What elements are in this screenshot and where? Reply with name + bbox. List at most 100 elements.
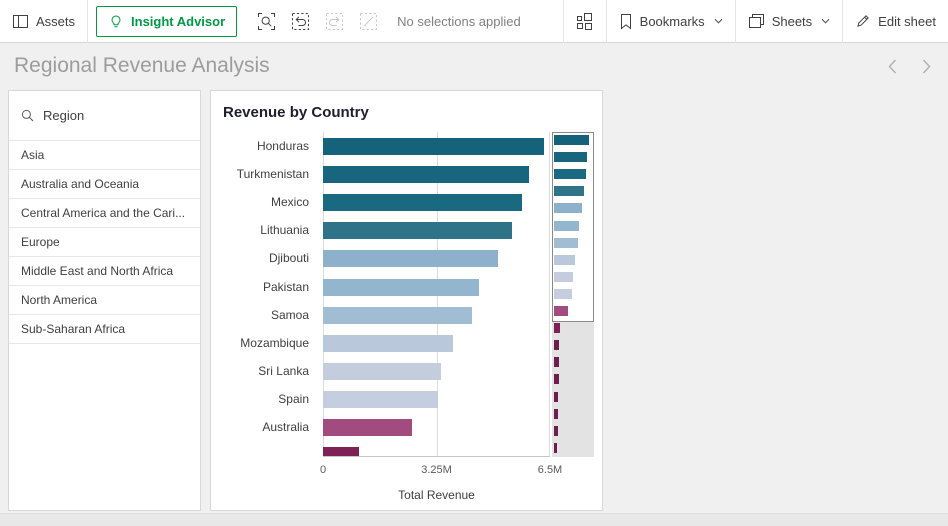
previous-sheet-button[interactable]: [880, 51, 904, 81]
clear-selections-button[interactable]: [351, 0, 385, 43]
filter-item[interactable]: Sub-Saharan Africa: [9, 315, 200, 344]
toolbar: Assets Insight Advisor No selections app…: [0, 0, 948, 43]
region-list: AsiaAustralia and OceaniaCentral America…: [9, 140, 200, 344]
edit-sheet-label: Edit sheet: [878, 14, 936, 29]
minimap-bar: [554, 374, 559, 384]
y-axis-label[interactable]: Djibouti: [269, 250, 309, 267]
smart-search-icon: [257, 12, 276, 31]
x-tick-label: 0: [320, 464, 326, 476]
bar-australia[interactable]: [323, 419, 412, 436]
bar-mozambique[interactable]: [323, 335, 453, 352]
x-tick-label: 3.25M: [421, 464, 452, 476]
bar-spain[interactable]: [323, 391, 438, 408]
filter-pane-region: Region AsiaAustralia and OceaniaCentral …: [8, 90, 201, 511]
y-axis-label[interactable]: Pakistan: [263, 279, 309, 296]
plot-area: [323, 132, 550, 457]
step-forward-icon: [325, 12, 344, 31]
sheet-header: Regional Revenue Analysis: [0, 43, 948, 89]
minimap-bar: [554, 289, 572, 299]
clear-selections-icon: [359, 12, 378, 31]
sheets-button[interactable]: Sheets: [736, 0, 842, 42]
filter-item[interactable]: Central America and the Cari...: [9, 199, 200, 228]
sheet-navigation: [880, 51, 938, 81]
assets-label: Assets: [36, 14, 75, 29]
sheets-label: Sheets: [772, 14, 812, 29]
y-axis-label[interactable]: Mozambique: [240, 335, 309, 352]
selection-tools: [249, 0, 385, 43]
bar-honduras[interactable]: [323, 138, 544, 155]
assets-button[interactable]: Assets: [0, 0, 87, 42]
smart-search-button[interactable]: [249, 0, 283, 43]
minimap-bar: [554, 186, 584, 196]
panel-icon: [12, 14, 29, 29]
y-axis-label[interactable]: Australia: [262, 419, 309, 436]
minimap-bars: [552, 132, 594, 457]
bar-turkmenistan[interactable]: [323, 166, 529, 183]
minimap-bar: [554, 203, 582, 213]
bar-samoa[interactable]: [323, 307, 472, 324]
bar-pakistan[interactable]: [323, 279, 479, 296]
chevron-left-icon: [888, 59, 897, 74]
no-selections-text: No selections applied: [397, 14, 521, 29]
step-back-button[interactable]: [283, 0, 317, 43]
y-axis-label[interactable]: Samoa: [271, 307, 309, 324]
step-forward-button[interactable]: [317, 0, 351, 43]
filter-item[interactable]: North America: [9, 286, 200, 315]
sheet-title: Regional Revenue Analysis: [14, 54, 270, 78]
bar-djibouti[interactable]: [323, 250, 498, 267]
x-axis-ticks: 03.25M6.5M: [323, 464, 550, 478]
y-axis-label[interactable]: Honduras: [257, 138, 309, 155]
filter-pane-header[interactable]: Region: [9, 91, 200, 140]
next-sheet-button[interactable]: [914, 51, 938, 81]
y-axis-label[interactable]: Sri Lanka: [258, 363, 309, 380]
minimap-bar: [554, 357, 559, 367]
bookmark-icon: [619, 13, 633, 30]
y-axis-label[interactable]: Turkmenistan: [237, 166, 309, 183]
insight-advisor-label: Insight Advisor: [131, 14, 225, 29]
sheet-grid-button[interactable]: [564, 0, 606, 43]
bookmarks-label: Bookmarks: [640, 14, 705, 29]
edit-sheet-button[interactable]: Edit sheet: [843, 0, 948, 42]
minimap-bar: [554, 392, 558, 402]
minimap-bar: [554, 323, 560, 333]
grid-icon: [575, 12, 594, 31]
toolbar-divider: [87, 0, 88, 43]
search-icon: [21, 109, 34, 122]
bar-mexico[interactable]: [323, 194, 522, 211]
chart-revenue-by-country: Revenue by Country Honduras Turkmenistan M…: [210, 90, 603, 511]
chart-scroll-minimap[interactable]: [552, 132, 594, 457]
y-axis-label[interactable]: Spain: [278, 391, 309, 408]
chevron-down-icon: [714, 18, 723, 24]
minimap-bar: [554, 306, 568, 316]
minimap-bar: [554, 221, 579, 231]
y-axis-labels: Honduras Turkmenistan Mexico Lithuania Djibo…: [211, 132, 316, 457]
minimap-bar: [554, 272, 573, 282]
gridline: [549, 132, 550, 456]
step-back-icon: [291, 12, 310, 31]
chart-title: Revenue by Country: [223, 104, 369, 121]
bar-lithuania[interactable]: [323, 222, 512, 239]
minimap-bar: [554, 238, 578, 248]
sheet-bottom-strip: [0, 513, 948, 526]
y-axis-label[interactable]: Mexico: [271, 194, 309, 211]
chevron-right-icon: [922, 59, 931, 74]
insight-advisor-button[interactable]: Insight Advisor: [96, 6, 237, 37]
minimap-bar: [554, 169, 586, 179]
minimap-bar: [554, 340, 559, 350]
minimap-bar: [554, 409, 558, 419]
minimap-bar: [554, 443, 557, 453]
filter-item[interactable]: Australia and Oceania: [9, 170, 200, 199]
bar-partial-row[interactable]: [323, 447, 359, 457]
filter-item[interactable]: Middle East and North Africa: [9, 257, 200, 286]
filter-item[interactable]: Europe: [9, 228, 200, 257]
minimap-bar: [554, 135, 589, 145]
x-axis-title: Total Revenue: [323, 488, 550, 502]
filter-item[interactable]: Asia: [9, 141, 200, 170]
chevron-down-icon: [821, 18, 830, 24]
minimap-bar: [554, 255, 575, 265]
bookmarks-button[interactable]: Bookmarks: [607, 0, 735, 42]
y-axis-label[interactable]: Lithuania: [260, 222, 309, 239]
filter-pane-title: Region: [43, 108, 84, 123]
bar-sri-lanka[interactable]: [323, 363, 441, 380]
x-tick-label: 6.5M: [538, 464, 562, 476]
